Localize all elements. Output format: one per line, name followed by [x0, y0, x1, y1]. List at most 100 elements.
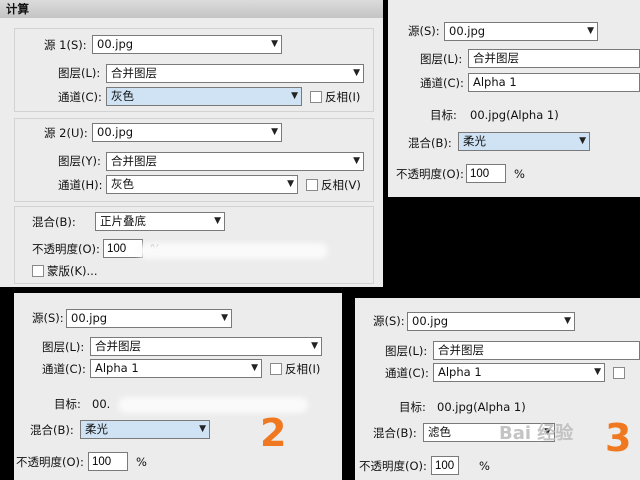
blend-value: 柔光 — [463, 134, 486, 148]
layer2-label: 图层(Y): — [58, 154, 101, 168]
target-value: 00. — [92, 397, 111, 411]
channel1-select[interactable]: 灰色 ▼ — [106, 87, 302, 106]
checkbox-icon — [613, 367, 625, 379]
invert-label: 反相(I) — [285, 362, 321, 376]
channel-value: Alpha 1 — [95, 361, 139, 375]
layer-select[interactable]: 合并图层 — [468, 49, 640, 68]
target-label: 目标: — [54, 397, 81, 411]
chevron-down-icon: ▼ — [271, 39, 278, 49]
blend-label: 混合(B): — [408, 136, 452, 150]
target-label: 目标: — [430, 108, 457, 122]
channel2-select[interactable]: 灰色 ▼ — [106, 175, 298, 194]
opacity-label: 不透明度(O): — [32, 242, 100, 256]
mask-checkbox[interactable]: 蒙版(K)... — [32, 264, 97, 278]
opacity-label: 不透明度(O): — [16, 455, 84, 469]
chevron-down-icon: ▼ — [251, 363, 258, 373]
opacity-input[interactable] — [103, 239, 143, 258]
source1-value: 00.jpg — [97, 37, 134, 51]
channel2-label: 通道(H): — [58, 178, 103, 192]
channel2-value: 灰色 — [111, 177, 134, 191]
layer-select[interactable]: 合并图层 ▼ — [90, 337, 322, 356]
layer-label: 图层(L): — [42, 340, 85, 354]
blend-value: 正片叠底 — [100, 214, 146, 228]
channel1-label: 通道(C): — [58, 90, 102, 104]
layer-value: 合并图层 — [438, 343, 484, 357]
channel-value: Alpha 1 — [438, 365, 482, 379]
invert1-label: 反相(I) — [325, 90, 361, 104]
source1-select[interactable]: 00.jpg ▼ — [92, 35, 282, 54]
source-select[interactable]: 00.jpg ▼ — [407, 312, 575, 331]
layer1-select[interactable]: 合并图层 ▼ — [106, 64, 364, 83]
source2-label: 源 2(U): — [44, 126, 88, 140]
apply-image-dialog-1: 源(S): 00.jpg ▼ 图层(L): 合并图层 通道(C): Alpha … — [388, 0, 640, 197]
blend-label: 混合(B): — [32, 215, 76, 229]
calculations-dialog-1: 计算 源 1(S): 00.jpg ▼ 图层(L): 合并图层 ▼ 通道(C):… — [0, 0, 383, 287]
target-value: 00.jpg(Alpha 1) — [470, 108, 559, 122]
channel-label: 通道(C): — [420, 76, 464, 90]
channel-select[interactable]: Alpha 1 — [468, 73, 640, 92]
source-value: 00.jpg — [71, 311, 108, 325]
channel-select[interactable]: Alpha 1 ▼ — [90, 359, 262, 378]
layer1-label: 图层(L): — [58, 66, 101, 80]
chevron-down-icon: ▼ — [221, 313, 228, 323]
opacity-input[interactable] — [466, 164, 506, 183]
source2-select[interactable]: 00.jpg ▼ — [92, 123, 282, 142]
blend-value: 滤色 — [428, 425, 451, 439]
opacity-unit: % — [514, 167, 525, 181]
checkbox-icon — [310, 91, 322, 103]
checkbox-icon — [306, 179, 318, 191]
chevron-down-icon: ▼ — [594, 367, 601, 377]
layer-value: 合并图层 — [95, 339, 141, 353]
source-value: 00.jpg — [412, 314, 449, 328]
chevron-down-icon: ▼ — [579, 136, 586, 146]
source-label: 源(S): — [32, 311, 64, 325]
opacity-label: 不透明度(O): — [396, 167, 464, 181]
chevron-down-icon: ▼ — [271, 127, 278, 137]
chevron-down-icon: ▼ — [311, 341, 318, 351]
chevron-down-icon: ▼ — [353, 68, 360, 78]
channel-select[interactable]: Alpha 1 ▼ — [433, 363, 605, 382]
layer2-value: 合并图层 — [111, 154, 157, 168]
invert-checkbox[interactable] — [613, 366, 628, 380]
invert1-checkbox[interactable]: 反相(I) — [310, 90, 360, 104]
source-select[interactable]: 00.jpg ▼ — [66, 309, 232, 328]
mask-label: 蒙版(K)... — [47, 264, 98, 278]
apply-image-dialog-3: 源(S): 00.jpg ▼ 图层(L): 合并图层 通道(C): Alpha … — [355, 298, 640, 480]
chevron-down-icon: ▼ — [214, 216, 221, 226]
apply-image-dialog-2: 源(S): 00.jpg ▼ 图层(L): 合并图层 ▼ 通道(C): Alph… — [14, 293, 342, 480]
blend-select[interactable]: 柔光 ▼ — [458, 132, 590, 151]
dialog-title: 计算 — [0, 0, 383, 18]
source-value: 00.jpg — [449, 24, 486, 38]
invert-checkbox[interactable]: 反相(I) — [270, 362, 320, 376]
target-label: 目标: — [399, 400, 426, 414]
blend-select[interactable]: 正片叠底 ▼ — [95, 212, 225, 231]
opacity-input[interactable] — [88, 452, 128, 471]
opacity-label: 不透明度(O): — [359, 459, 427, 473]
layer-label: 图层(L): — [385, 344, 428, 358]
chevron-down-icon: ▼ — [564, 316, 571, 326]
blurred-region — [138, 243, 328, 259]
opacity-input[interactable] — [431, 456, 459, 475]
layer2-select[interactable]: 合并图层 ▼ — [106, 152, 364, 171]
blend-select[interactable]: 柔光 ▼ — [80, 420, 210, 439]
checkbox-icon — [32, 265, 44, 277]
channel-value: Alpha 1 — [473, 75, 517, 89]
layer1-value: 合并图层 — [111, 66, 157, 80]
chevron-down-icon: ▼ — [287, 179, 294, 189]
source-label: 源(S): — [408, 24, 440, 38]
chevron-down-icon: ▼ — [587, 26, 594, 36]
layer-value: 合并图层 — [473, 51, 519, 65]
chevron-down-icon: ▼ — [291, 91, 298, 101]
blend-label: 混合(B): — [30, 423, 74, 437]
channel-label: 通道(C): — [42, 362, 86, 376]
layer-select[interactable]: 合并图层 — [433, 341, 640, 360]
checkbox-icon — [270, 363, 282, 375]
channel-label: 通道(C): — [385, 366, 429, 380]
target-value: 00.jpg(Alpha 1) — [437, 400, 526, 414]
source-label: 源(S): — [373, 314, 405, 328]
invert2-checkbox[interactable]: 反相(V) — [306, 178, 361, 192]
step-annotation: 3 — [605, 416, 632, 460]
source-select[interactable]: 00.jpg ▼ — [444, 22, 598, 41]
source2-value: 00.jpg — [97, 125, 134, 139]
invert2-label: 反相(V) — [321, 178, 361, 192]
